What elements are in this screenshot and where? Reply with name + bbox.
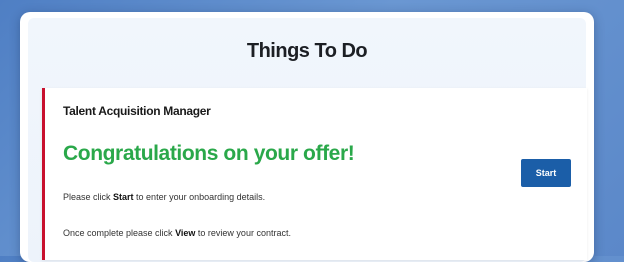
start-button[interactable]: Start — [521, 159, 571, 187]
task-card: Talent Acquisition Manager Congratulatio… — [42, 88, 587, 260]
instruction-view-prefix: Once complete please click — [63, 228, 176, 238]
instruction-start-prefix: Please click — [63, 192, 114, 202]
instruction-start-keyword: Start — [113, 192, 134, 202]
panel-title: Things To Do — [246, 40, 368, 62]
task-role-title: Talent Acquisition Manager — [63, 104, 211, 118]
instruction-view-keyword: View — [175, 228, 196, 238]
instruction-start-suffix: to enter your onboarding details. — [133, 192, 266, 202]
instruction-view: Once complete please click View to revie… — [63, 228, 291, 238]
instruction-start: Please click Start to enter your onboard… — [63, 192, 265, 202]
instruction-view-suffix: to review your contract. — [195, 228, 291, 238]
panel-body: Things To Do Talent Acquisition Manager … — [28, 18, 587, 262]
task-heading: Congratulations on your offer! — [63, 142, 355, 165]
things-to-do-panel: Things To Do Talent Acquisition Manager … — [20, 12, 594, 262]
